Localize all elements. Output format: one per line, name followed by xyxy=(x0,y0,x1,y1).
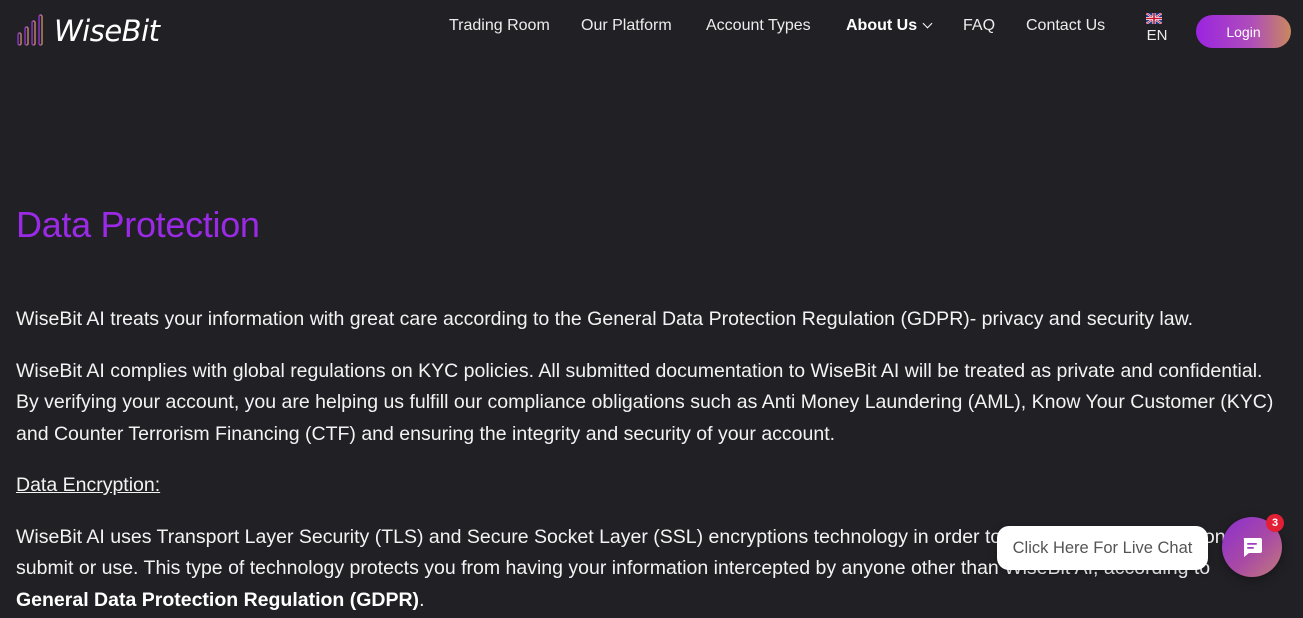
nav-item-contact-us[interactable]: Contact Us xyxy=(1026,17,1105,35)
language-label: EN xyxy=(1146,27,1168,44)
site-header: WiseBit Trading Room Our Platform Accoun… xyxy=(0,0,1303,66)
main-content: WiseBit AI treats your information with … xyxy=(16,304,1286,618)
paragraph-gdpr: WiseBit AI treats your information with … xyxy=(16,308,1194,330)
encryption-end: . xyxy=(419,588,425,611)
nav-item-trading-room[interactable]: Trading Room xyxy=(449,17,550,35)
uk-flag-icon xyxy=(1146,13,1162,24)
main-nav: Trading Room Our Platform Account Types … xyxy=(0,0,1303,66)
nav-item-about-us[interactable]: About Us xyxy=(846,17,933,35)
language-selector[interactable]: EN xyxy=(1146,13,1168,44)
gdpr-bold-text: General Data Protection Regulation (GDPR… xyxy=(16,588,420,611)
chat-icon xyxy=(1243,538,1262,557)
nav-item-faq[interactable]: FAQ xyxy=(963,17,995,35)
section-heading-data-encryption: Data Encryption: xyxy=(16,474,161,496)
live-chat-prompt[interactable]: Click Here For Live Chat xyxy=(997,526,1208,570)
notification-badge: 3 xyxy=(1266,514,1284,532)
page: WiseBit Trading Room Our Platform Accoun… xyxy=(0,0,1303,618)
nav-item-about-us-label: About Us xyxy=(846,17,918,34)
paragraph-kyc: WiseBit AI complies with global regulati… xyxy=(16,359,1274,445)
chevron-down-icon xyxy=(922,18,933,29)
nav-item-account-types[interactable]: Account Types xyxy=(706,17,811,35)
page-title: Data Protection xyxy=(16,204,260,245)
login-button[interactable]: Login xyxy=(1196,15,1291,48)
nav-item-our-platform[interactable]: Our Platform xyxy=(581,17,672,35)
